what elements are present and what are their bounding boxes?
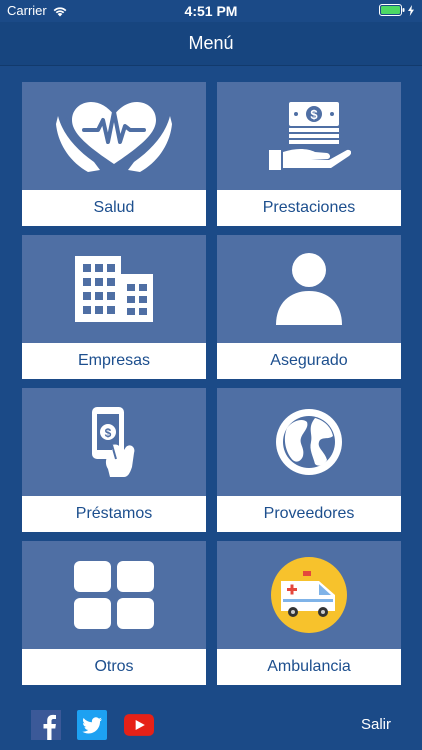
menu-tile-label: Préstamos: [22, 496, 206, 532]
menu-tile-prestaciones[interactable]: $ Prestaciones: [217, 82, 401, 226]
money-hand-icon: $: [269, 101, 351, 170]
footer-bar: Salir: [0, 700, 422, 750]
phone-payment-icon: $: [92, 406, 135, 477]
menu-grid: Salud $ Prestaciones Empresas Asegurado …: [22, 82, 401, 685]
health-heart-hands-icon: [56, 101, 172, 172]
battery-indicator: [379, 4, 414, 16]
svg-text:$: $: [310, 107, 318, 122]
menu-tile-label: Otros: [22, 649, 206, 685]
page-title: Menú: [188, 33, 234, 53]
twitter-icon[interactable]: [77, 710, 107, 740]
ambulance-icon: [271, 556, 347, 633]
menu-tile-asegurado[interactable]: Asegurado: [217, 235, 401, 379]
logout-button[interactable]: Salir: [361, 716, 391, 733]
navigation-bar: Menú: [0, 22, 422, 66]
menu-tile-label: Prestaciones: [217, 190, 401, 226]
clock: 4:51 PM: [184, 3, 238, 19]
menu-tile-empresas[interactable]: Empresas: [22, 235, 206, 379]
charging-bolt-icon: [408, 4, 414, 16]
battery-icon: [379, 4, 405, 16]
building-icon: [75, 255, 153, 322]
user-icon: [276, 252, 342, 325]
menu-tile-label: Proveedores: [217, 496, 401, 532]
globe-icon: [276, 408, 342, 475]
facebook-icon[interactable]: [31, 710, 61, 740]
menu-tile-salud[interactable]: Salud: [22, 82, 206, 226]
menu-tile-ambulancia[interactable]: Ambulancia: [217, 541, 401, 685]
svg-text:$: $: [105, 426, 112, 440]
youtube-icon[interactable]: [124, 710, 154, 740]
menu-tile-label: Empresas: [22, 343, 206, 379]
menu-tile-label: Salud: [22, 190, 206, 226]
menu-tile-otros[interactable]: Otros: [22, 541, 206, 685]
grid-icon: [74, 560, 154, 629]
menu-tile-prestamos[interactable]: $ Préstamos: [22, 388, 206, 532]
menu-tile-label: Asegurado: [217, 343, 401, 379]
status-bar: Carrier 4:51 PM: [0, 0, 422, 22]
menu-tile-label: Ambulancia: [217, 649, 401, 685]
menu-tile-proveedores[interactable]: Proveedores: [217, 388, 401, 532]
